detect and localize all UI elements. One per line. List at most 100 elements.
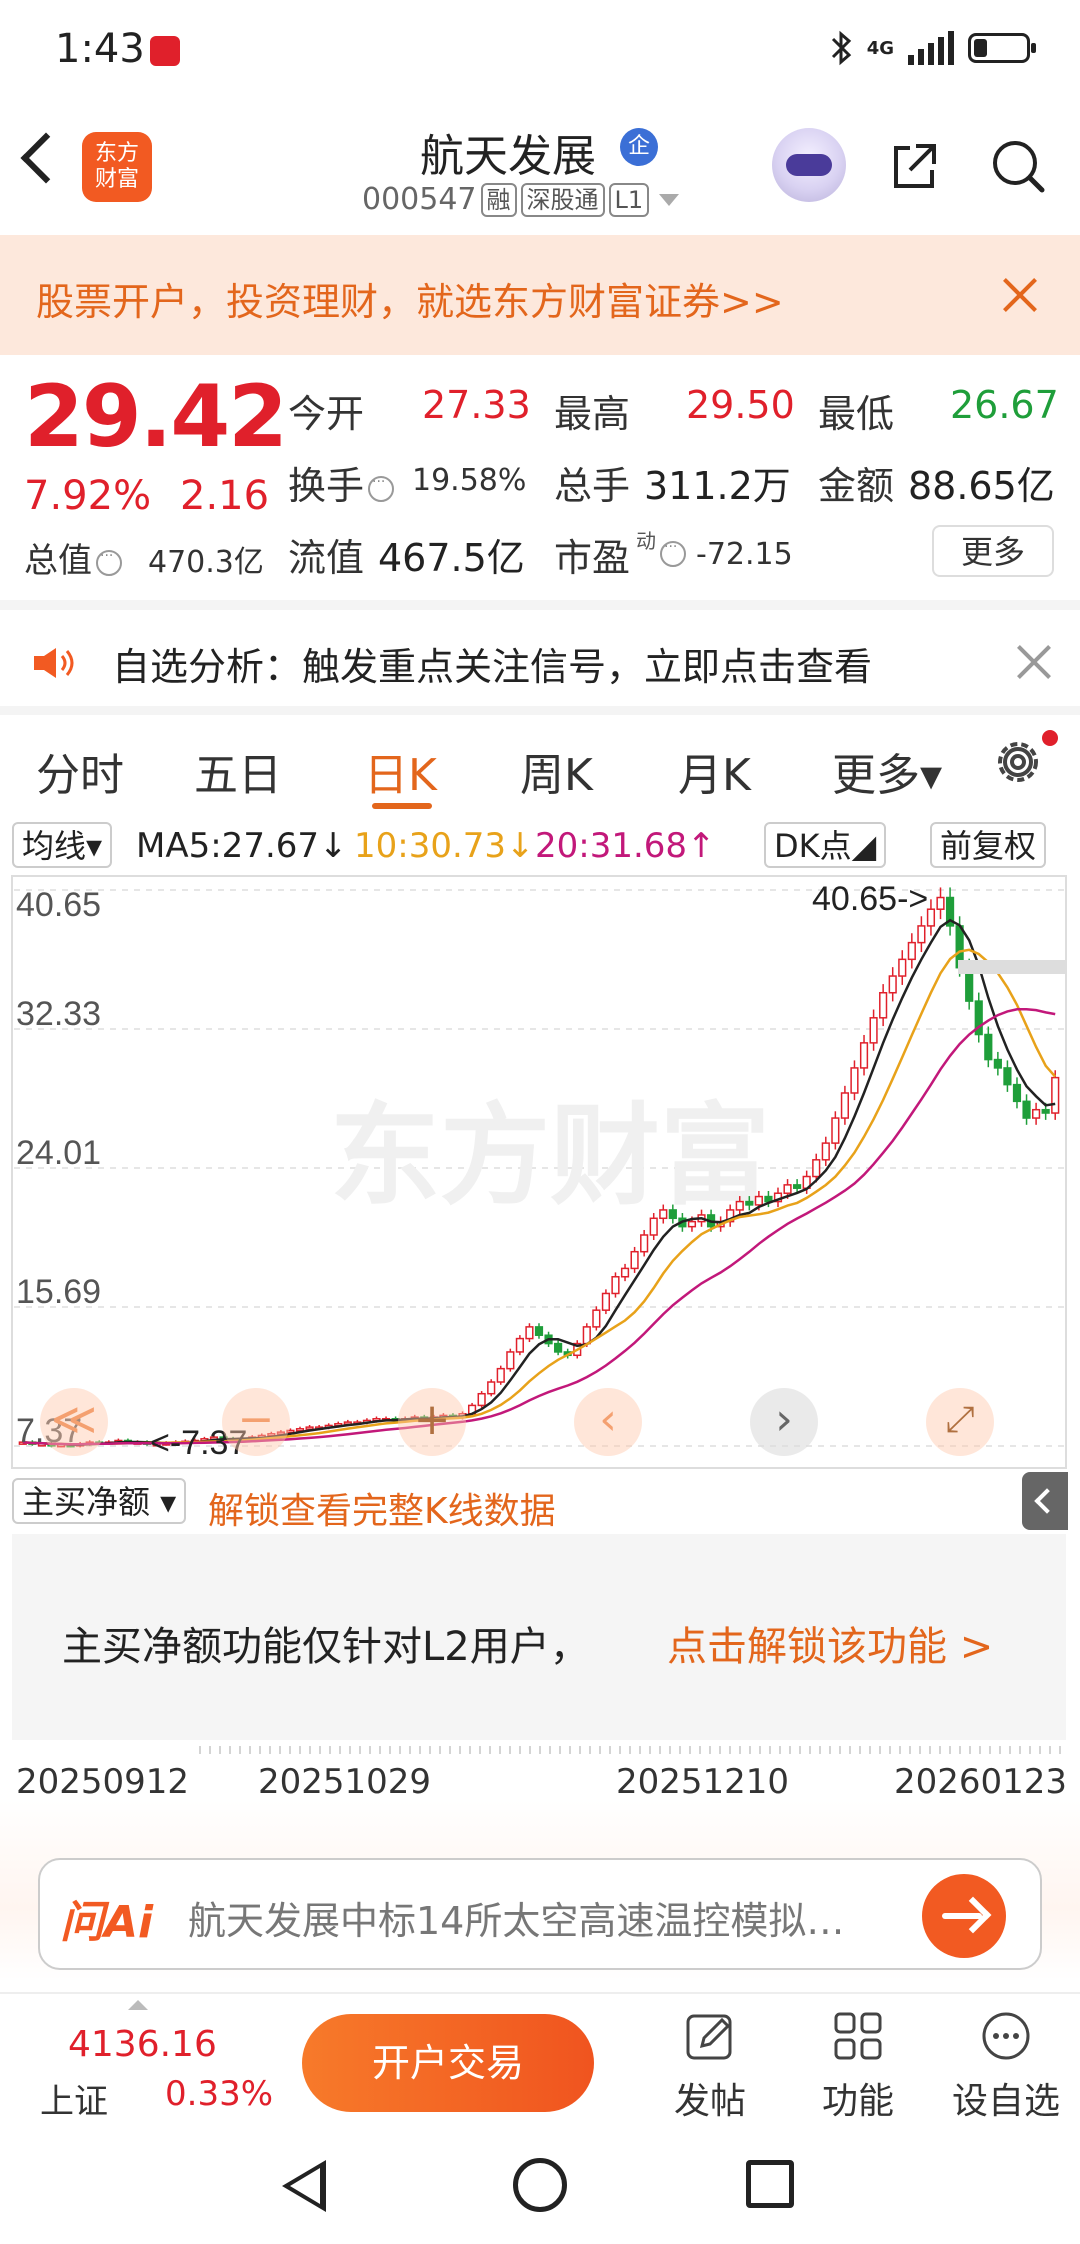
- candle: [831, 1117, 840, 1144]
- high-value: 29.50: [686, 383, 795, 427]
- kline-chart[interactable]: 东方财富 40.65 32.33 24.01 15.69 7.37 40.65-> <-…: [0, 874, 1080, 1470]
- candle: [611, 1276, 620, 1295]
- promo-text: 股票开户，投资理财，就选东方财富证券>>: [36, 280, 784, 324]
- locked-indicator-panel[interactable]: 主买净额功能仅针对L2用户， 点击解锁该功能 >: [12, 1534, 1066, 1740]
- tag-level: L1: [608, 182, 650, 217]
- indicator-selector[interactable]: 主买净额 ▾: [12, 1478, 187, 1524]
- y-tick-label: 24.01: [16, 1134, 101, 1172]
- bottom-toolbar: 4136.16 上证 0.33% 开户交易 发帖 功能 设自选: [0, 1992, 1080, 2128]
- candle: [898, 958, 907, 977]
- kline-chart-svg[interactable]: 东方财富 40.6532.3324.0115.697.37 40.65-> <-…: [0, 874, 1080, 1470]
- candle: [1051, 1076, 1060, 1114]
- price-adjust-button[interactable]: 前复权: [930, 822, 1047, 868]
- candle: [888, 975, 897, 994]
- candle: [687, 1220, 697, 1228]
- open-account-trade-button[interactable]: 开户交易: [302, 2014, 594, 2112]
- arrow-right-icon[interactable]: [922, 1874, 1006, 1958]
- candle: [1022, 1100, 1031, 1119]
- unlock-feature-link[interactable]: 点击解锁该功能 >: [667, 1614, 993, 1672]
- candle: [1032, 1108, 1041, 1119]
- candle: [783, 1184, 792, 1194]
- gear-icon[interactable]: [990, 734, 1046, 790]
- info-icon[interactable]: [96, 548, 122, 576]
- prev-button[interactable]: ‹: [574, 1388, 642, 1456]
- index-name[interactable]: 上证: [40, 2074, 108, 2123]
- info-icon[interactable]: [660, 539, 686, 567]
- date-label: 20260123: [894, 1762, 1068, 1802]
- ask-ai-logo: 问Ai: [60, 1897, 154, 1948]
- index-value[interactable]: 4136.16: [68, 2024, 217, 2065]
- share-icon[interactable]: [888, 140, 940, 192]
- turnover-value: 19.58%: [412, 463, 527, 498]
- stock-name: 航天发展: [420, 131, 596, 182]
- max-price-annotation: 40.65->: [812, 880, 928, 918]
- tab-five-day[interactable]: 五日: [194, 739, 282, 803]
- ai-assistant-avatar[interactable]: [772, 128, 846, 202]
- candle: [850, 1067, 859, 1094]
- period-tabs: 分时 五日 日K 周K 月K 更多▾: [0, 715, 1080, 815]
- stock-code: 000547: [362, 182, 477, 217]
- nav-home-icon[interactable]: [513, 2158, 567, 2212]
- candle: [879, 991, 888, 1019]
- alert-text: 自选分析：触发重点关注信号，立即点击查看: [112, 645, 873, 689]
- index-percent[interactable]: 0.33%: [165, 2074, 273, 2114]
- expand-button[interactable]: ⤢: [926, 1388, 994, 1456]
- candle: [812, 1159, 821, 1178]
- more-button[interactable]: 更多: [932, 525, 1054, 577]
- system-nav-bar: [0, 2128, 1080, 2244]
- y-tick-label: 40.65: [16, 886, 101, 924]
- collapse-panel-button[interactable]: [1022, 1472, 1068, 1530]
- turnover-label: 换手: [288, 455, 398, 510]
- low-value: 26.67: [950, 383, 1059, 427]
- zoom-out-button[interactable]: −: [222, 1388, 290, 1456]
- open-label: 今开: [288, 392, 365, 436]
- chevron-down-icon[interactable]: [659, 193, 680, 206]
- candle: [620, 1267, 630, 1278]
- close-icon[interactable]: [1002, 277, 1038, 313]
- info-icon[interactable]: [368, 474, 395, 502]
- candle: [936, 896, 945, 910]
- ask-ai-bar[interactable]: 问Ai 航天发展中标14所太空高速温控模拟…: [38, 1858, 1042, 1970]
- tab-weekly-k[interactable]: 周K: [520, 739, 593, 803]
- alert-bar[interactable]: 自选分析：触发重点关注信号，立即点击查看: [0, 610, 1080, 710]
- candle: [869, 1017, 878, 1044]
- tab-intraday[interactable]: 分时: [36, 739, 124, 803]
- signal-icon: [908, 31, 954, 65]
- open-value: 27.33: [422, 383, 531, 427]
- search-icon[interactable]: [988, 136, 1048, 196]
- more-dots-icon: [982, 2012, 1030, 2060]
- stock-code-row[interactable]: 000547 融 深股通 L1: [362, 182, 680, 217]
- zoom-in-button[interactable]: +: [398, 1388, 466, 1456]
- candle: [659, 1209, 668, 1220]
- ask-ai-section: 问Ai 航天发展中标14所太空高速温控模拟…: [0, 1800, 1080, 1980]
- mcap-value: 470.3亿: [148, 545, 264, 580]
- dk-point-button[interactable]: DK点◢: [764, 822, 887, 868]
- add-watchlist-button[interactable]: 设自选: [946, 2008, 1066, 2124]
- network-type: 4G: [866, 37, 894, 59]
- nav-back-icon[interactable]: [282, 2160, 326, 2212]
- active-tab-indicator: [372, 803, 432, 809]
- promo-banner[interactable]: 股票开户，投资理财，就选东方财富证券>>: [0, 235, 1080, 355]
- post-button[interactable]: 发帖: [650, 2008, 770, 2124]
- back-arrow-icon[interactable]: [20, 132, 72, 184]
- app-logo[interactable]: 东方 财富: [82, 132, 152, 202]
- candle: [793, 1184, 802, 1189]
- tab-monthly-k[interactable]: 月K: [678, 739, 751, 803]
- candle: [305, 1426, 314, 1430]
- function-button[interactable]: 功能: [798, 2008, 918, 2124]
- close-icon[interactable]: [1016, 644, 1052, 680]
- unlock-kline-link[interactable]: 解锁查看完整K线数据: [208, 1482, 556, 1534]
- nav-recents-icon[interactable]: [746, 2160, 794, 2208]
- price-range-marker: [958, 960, 1066, 974]
- next-button[interactable]: ›: [750, 1388, 818, 1456]
- mcap-label-text: 总值: [24, 541, 92, 581]
- ma-selector[interactable]: 均线▾: [12, 822, 113, 868]
- chevron-up-icon[interactable]: [128, 2000, 148, 2010]
- pe-value: -72.15: [696, 537, 793, 572]
- tab-more[interactable]: 更多▾: [832, 739, 942, 803]
- candle: [554, 1342, 563, 1353]
- fast-back-button[interactable]: ≪: [40, 1388, 108, 1456]
- battery-icon: [968, 33, 1036, 63]
- volume-value: 311.2万: [644, 464, 791, 508]
- tab-daily-k[interactable]: 日K: [364, 739, 437, 803]
